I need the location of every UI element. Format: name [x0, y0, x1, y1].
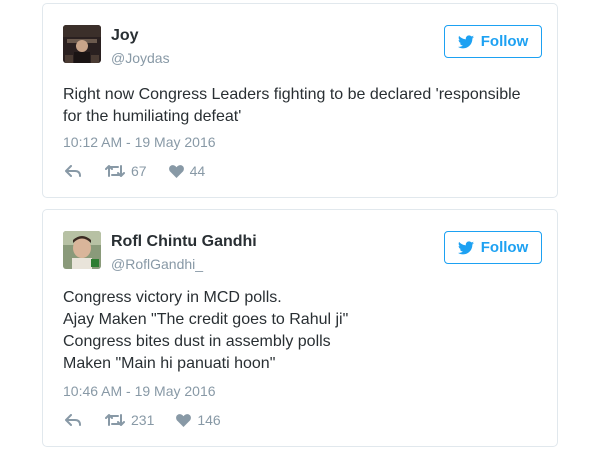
retweet-button[interactable]: 67: [105, 163, 147, 179]
tweet-text-line: Ajay Maken "The credit goes to Rahul ji": [63, 311, 349, 328]
like-count: 146: [197, 412, 221, 428]
tweet-text-line: Congress victory in MCD polls.: [63, 289, 282, 306]
user-handle[interactable]: @RoflGandhi_: [111, 256, 203, 272]
retweet-icon: [105, 164, 125, 178]
reply-button[interactable]: [65, 165, 81, 177]
display-name[interactable]: Rofl Chintu Gandhi: [111, 233, 257, 251]
user-handle[interactable]: @Joydas: [111, 50, 170, 66]
tweet-text: Right now Congress Leaders fighting to b…: [63, 84, 553, 128]
reply-button[interactable]: [65, 414, 81, 426]
timestamp[interactable]: 10:46 AM - 19 May 2016: [63, 383, 216, 399]
tweet-card: Joy @Joydas Follow Right now Congress Le…: [42, 3, 558, 198]
retweet-count: 67: [131, 163, 147, 179]
avatar[interactable]: [63, 25, 101, 63]
like-count: 44: [189, 163, 206, 179]
retweet-count: 231: [131, 412, 155, 428]
twitter-bird-icon: [457, 34, 474, 49]
heart-icon: [176, 413, 192, 427]
tweet-text-line: Maken "Main hi panuati hoon": [63, 355, 276, 372]
tweet-actions: 67 44: [65, 163, 205, 179]
tweet-text-line: for the humiliating defeat': [63, 108, 242, 125]
reply-arrow-icon: [65, 165, 81, 177]
like-button[interactable]: 146: [176, 412, 221, 428]
follow-button[interactable]: Follow: [444, 231, 542, 264]
heart-icon: [168, 164, 184, 178]
twitter-bird-icon: [457, 240, 474, 255]
timestamp[interactable]: 10:12 AM - 19 May 2016: [63, 134, 216, 150]
follow-label: Follow: [480, 239, 529, 256]
tweet-actions: 231 146: [65, 412, 221, 428]
retweet-button[interactable]: 231: [105, 412, 154, 428]
follow-button[interactable]: Follow: [444, 25, 542, 58]
tweet-text-line: Congress bites dust in assembly polls: [63, 333, 331, 350]
display-name[interactable]: Joy: [111, 27, 139, 45]
tweet-text-line: Right now Congress Leaders fighting to b…: [63, 86, 521, 103]
retweet-icon: [105, 413, 125, 427]
reply-arrow-icon: [65, 414, 81, 426]
tweet-text: Congress victory in MCD polls. Ajay Make…: [63, 287, 553, 375]
follow-label: Follow: [480, 33, 529, 50]
tweet-card: Rofl Chintu Gandhi @RoflGandhi_ Follow C…: [42, 209, 558, 447]
avatar[interactable]: [63, 231, 101, 269]
like-button[interactable]: 44: [168, 163, 206, 179]
